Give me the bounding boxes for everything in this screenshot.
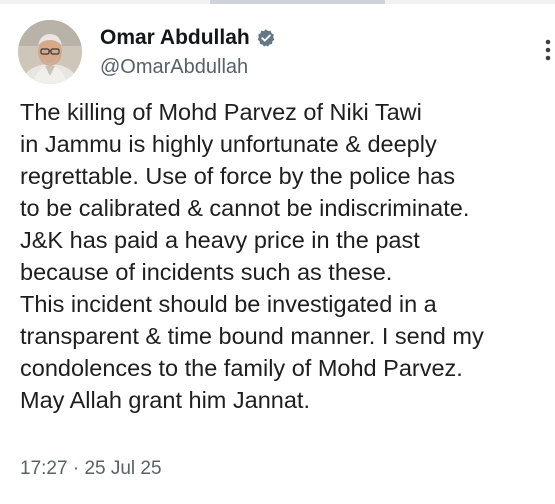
name-row: Omar Abdullah xyxy=(100,24,276,52)
tweet-text-line: in Jammu is highly unfortunate & deeply xyxy=(20,131,437,157)
tweet-text-line: condolences to the family of Mohd Parvez… xyxy=(20,355,463,381)
tweet-text-line: because of incidents such as these. xyxy=(20,259,393,285)
tweet-text-line: May Allah grant him Jannat. xyxy=(20,387,310,413)
tweet-time: 17:27 xyxy=(20,458,68,479)
tweet-text-line: to be calibrated & cannot be indiscrimin… xyxy=(20,195,470,221)
tweet-timestamp[interactable]: 17:27 · 25 Jul 25 xyxy=(20,456,162,482)
author-handle[interactable]: @OmarAbdullah xyxy=(100,54,276,80)
author-display-name[interactable]: Omar Abdullah xyxy=(100,24,250,52)
tweet-text-line: The killing of Mohd Parvez of Niki Tawi xyxy=(20,99,422,125)
tweet-text-line: J&K has paid a heavy price in the past xyxy=(20,227,420,253)
tweet-date: 25 Jul 25 xyxy=(84,458,162,479)
tweet-text-line: regrettable. Use of force by the police … xyxy=(20,163,455,189)
tweet-header: Omar Abdullah @OmarAbdullah xyxy=(100,24,276,80)
tweet-text-line: transparent & time bound manner. I send … xyxy=(20,323,484,349)
timestamp-separator: · xyxy=(72,458,80,479)
avatar-image xyxy=(18,20,82,84)
tweet-text-line: This incident should be investigated in … xyxy=(20,291,437,317)
tweet-card: Omar Abdullah @OmarAbdullah The killing … xyxy=(0,0,555,504)
more-options-icon[interactable] xyxy=(541,36,555,64)
tweet-text: The killing of Mohd Parvez of Niki Tawi … xyxy=(20,96,555,416)
verified-badge-icon xyxy=(256,28,276,48)
avatar[interactable] xyxy=(18,20,82,84)
